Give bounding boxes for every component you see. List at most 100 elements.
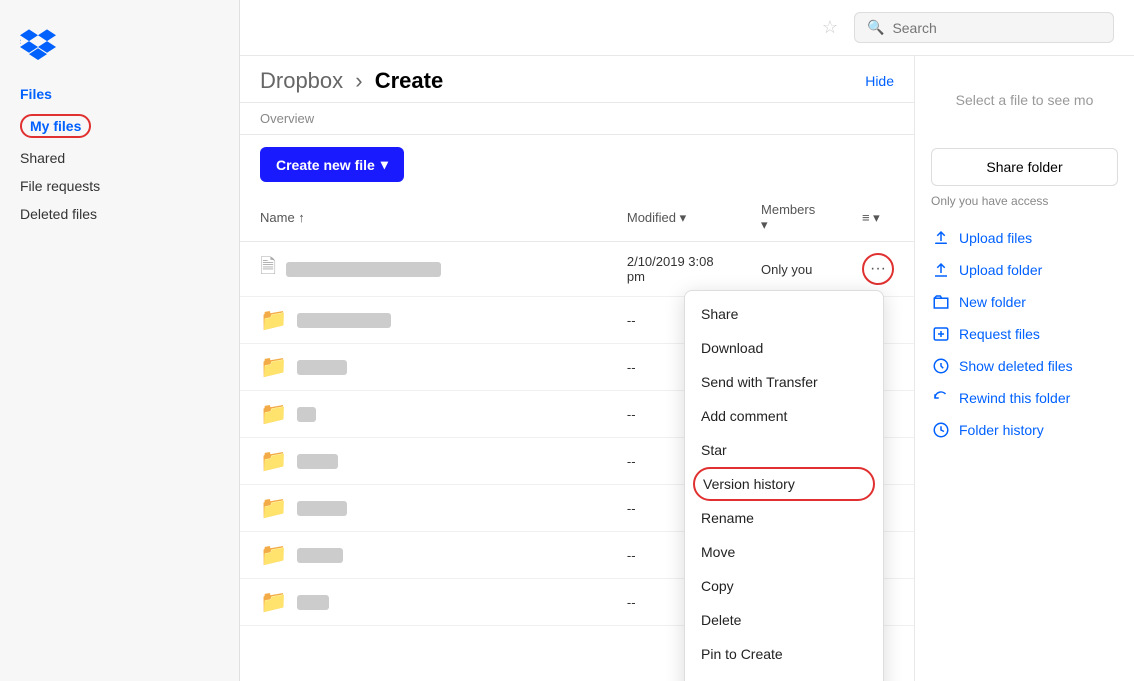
file-name-text[interactable]: ██ ███ <box>297 501 347 516</box>
context-menu-item-move[interactable]: Move <box>685 535 883 569</box>
upload-files-icon <box>931 228 951 248</box>
file-name-text[interactable]: █████ <box>297 548 343 563</box>
sidebar-item-file-requests[interactable]: File requests <box>8 172 231 200</box>
new-folder-action[interactable]: New folder <box>931 292 1118 312</box>
star-icon[interactable]: ☆ <box>822 17 838 38</box>
rewind-folder-icon <box>931 388 951 408</box>
create-btn-label: Create new file <box>276 157 375 173</box>
file-doc-icon: 🗎 <box>260 252 276 286</box>
table-row: 🗎 ████ ███ █████████ 2/10/2019 3:08 pm O… <box>240 242 914 297</box>
file-name-cell: 📁 ██ ███ <box>240 485 607 532</box>
context-menu-item-delete[interactable]: Delete <box>685 603 883 637</box>
file-name-cell: 🗎 ████ ███ █████████ <box>240 242 607 297</box>
main-area: ☆ 🔍 Dropbox › Create Hide Overview <box>240 0 1134 681</box>
breadcrumb-current: Create <box>375 68 443 93</box>
context-menu-item-send-transfer[interactable]: Send with Transfer <box>685 365 883 399</box>
search-input[interactable] <box>892 20 1101 36</box>
file-name-cell: 📁 █ ████ <box>240 344 607 391</box>
dropbox-logo-icon: ‹ <box>20 24 56 60</box>
breadcrumb-separator: › <box>355 68 362 93</box>
folder-icon: 📁 <box>260 354 287 380</box>
folder-icon: 📁 <box>260 495 287 521</box>
file-name-text[interactable]: █ ███ ██ ███ <box>297 313 391 328</box>
breadcrumb-parent[interactable]: Dropbox <box>260 68 343 93</box>
rewind-folder-label: Rewind this folder <box>959 390 1070 406</box>
folder-icon: 📁 <box>260 542 287 568</box>
table-header-row: Name ↑ Modified ▾ Members ▾ ≡ ▾ <box>240 194 914 242</box>
sidebar: ‹ Files My files Shared File requests De… <box>0 0 240 681</box>
context-menu-item-pin-to-create[interactable]: Pin to Create <box>685 637 883 671</box>
context-menu-item-copy[interactable]: Copy <box>685 569 883 603</box>
upload-folder-action[interactable]: Upload folder <box>931 260 1118 280</box>
sidebar-item-files[interactable]: Files <box>8 80 231 108</box>
file-table: Name ↑ Modified ▾ Members ▾ ≡ ▾ 🗎 <box>240 194 914 626</box>
col-header-modified[interactable]: Modified ▾ <box>607 194 741 242</box>
file-actions: ··· ShareDownloadSend with TransferAdd c… <box>842 242 914 297</box>
context-menu-item-pin-to[interactable]: Pin to... <box>685 671 883 681</box>
sidebar-nav: Files My files Shared File requests Dele… <box>0 80 239 228</box>
col-header-actions: ≡ ▾ <box>842 194 914 242</box>
upload-folder-label: Upload folder <box>959 262 1042 278</box>
show-deleted-files-action[interactable]: Show deleted files <box>931 356 1118 376</box>
upload-folder-icon <box>931 260 951 280</box>
search-bar[interactable]: 🔍 <box>854 12 1114 43</box>
file-name-text[interactable]: ████ ███ █████████ <box>286 262 441 277</box>
file-name-text[interactable]: ██ <box>297 407 315 422</box>
file-name-text[interactable]: █ ██ <box>297 595 328 610</box>
folder-history-action[interactable]: Folder history <box>931 420 1118 440</box>
right-panel: Select a file to see mo Share folder Onl… <box>914 56 1134 681</box>
file-members: Only you <box>741 242 842 297</box>
folder-history-label: Folder history <box>959 422 1044 438</box>
overview-label[interactable]: Overview <box>260 111 314 126</box>
request-files-label: Request files <box>959 326 1040 342</box>
context-menu-item-add-comment[interactable]: Add comment <box>685 399 883 433</box>
file-name-cell: 📁 █ ██ <box>240 579 607 626</box>
file-name-text[interactable]: ██ ██ <box>297 454 337 469</box>
rewind-folder-action[interactable]: Rewind this folder <box>931 388 1118 408</box>
col-header-members[interactable]: Members ▾ <box>741 194 842 242</box>
context-menu-item-star[interactable]: Star <box>685 433 883 467</box>
file-table-body: 🗎 ████ ███ █████████ 2/10/2019 3:08 pm O… <box>240 242 914 626</box>
logo-area: ‹ <box>0 16 239 80</box>
upload-files-action[interactable]: Upload files <box>931 228 1118 248</box>
folder-icon: 📁 <box>260 448 287 474</box>
breadcrumb-bar: Dropbox › Create Hide <box>240 56 914 103</box>
sidebar-item-shared[interactable]: Shared <box>8 144 231 172</box>
context-menu-item-rename[interactable]: Rename <box>685 501 883 535</box>
show-deleted-icon <box>931 356 951 376</box>
create-btn-arrow: ▾ <box>381 156 388 173</box>
file-name-text[interactable]: █ ████ <box>297 360 347 375</box>
view-toggle-icon[interactable]: ≡ ▾ <box>862 210 880 225</box>
create-new-file-button[interactable]: Create new file ▾ <box>260 147 404 182</box>
context-menu-item-download[interactable]: Download <box>685 331 883 365</box>
upload-files-label: Upload files <box>959 230 1032 246</box>
request-files-action[interactable]: Request files <box>931 324 1118 344</box>
overview-bar: Overview <box>240 103 914 135</box>
topbar: ☆ 🔍 <box>240 0 1134 56</box>
file-name-cell: 📁 █████ <box>240 532 607 579</box>
new-folder-label: New folder <box>959 294 1026 310</box>
content-area: Dropbox › Create Hide Overview Create ne… <box>240 56 1134 681</box>
sidebar-item-my-files[interactable]: My files <box>8 108 231 144</box>
select-file-message: Select a file to see mo <box>931 72 1118 128</box>
action-list: Upload files Upload folder <box>931 228 1118 440</box>
new-folder-icon <box>931 292 951 312</box>
file-name-cell: 📁 ██ <box>240 391 607 438</box>
file-name-cell: 📁 ██ ██ <box>240 438 607 485</box>
folder-history-icon <box>931 420 951 440</box>
folder-icon: 📁 <box>260 401 287 427</box>
sidebar-item-deleted-files[interactable]: Deleted files <box>8 200 231 228</box>
folder-icon: 📁 <box>260 589 287 615</box>
context-menu: ShareDownloadSend with TransferAdd comme… <box>684 290 884 681</box>
file-modified: 2/10/2019 3:08 pm <box>607 242 741 297</box>
share-folder-button[interactable]: Share folder <box>931 148 1118 186</box>
context-menu-item-share[interactable]: Share <box>685 297 883 331</box>
col-header-name[interactable]: Name ↑ <box>240 194 607 242</box>
search-icon: 🔍 <box>867 19 884 36</box>
hide-button[interactable]: Hide <box>865 73 894 89</box>
my-files-label[interactable]: My files <box>20 114 91 138</box>
svg-text:‹: ‹ <box>20 36 21 46</box>
context-menu-item-version-history[interactable]: Version history <box>693 467 875 501</box>
more-options-button[interactable]: ··· <box>862 253 894 285</box>
folder-icon: 📁 <box>260 307 287 333</box>
